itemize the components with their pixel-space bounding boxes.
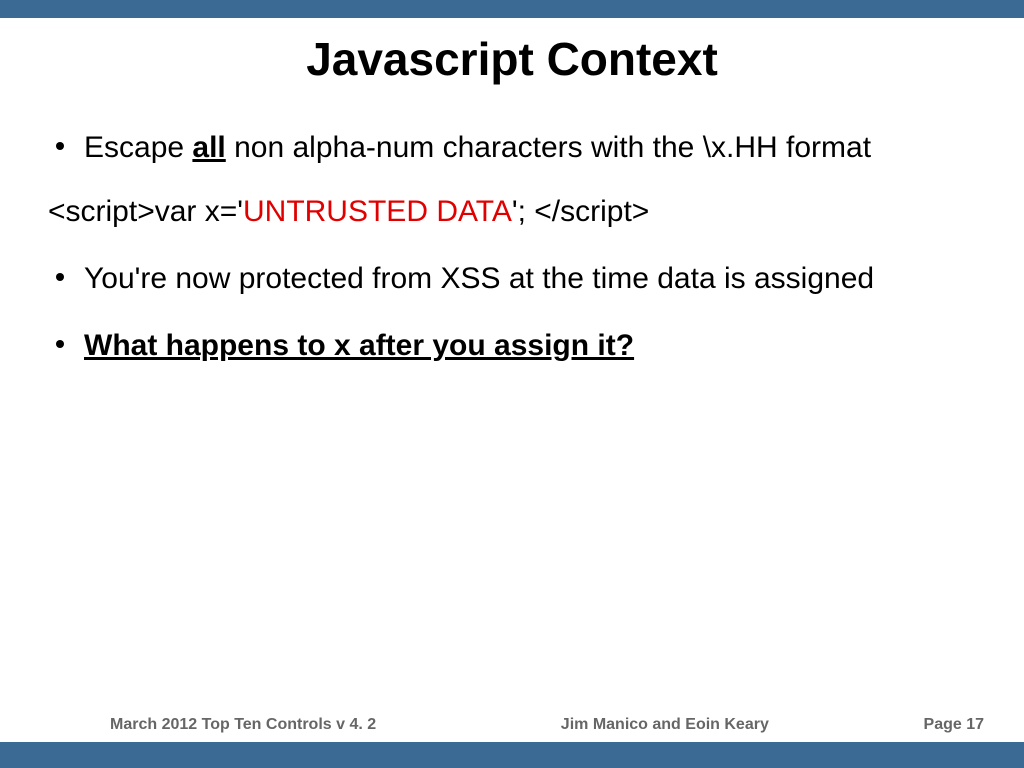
footer-date-version: March 2012 Top Ten Controls v 4. 2: [110, 716, 376, 734]
slide-content: Escape all non alpha-num characters with…: [0, 128, 1024, 365]
bullet-text-2: You're now protected from XSS at the tim…: [84, 259, 874, 298]
code-post: '; </script>: [512, 195, 649, 228]
code-example: <script>var x='UNTRUSTED DATA'; </script…: [48, 195, 976, 229]
bullet-text-1: Escape all non alpha-num characters with…: [84, 128, 871, 167]
bullet-item-2: You're now protected from XSS at the tim…: [48, 259, 976, 298]
code-untrusted: UNTRUSTED DATA: [243, 195, 512, 228]
top-accent-bar: [0, 0, 1024, 18]
slide-footer: March 2012 Top Ten Controls v 4. 2 Jim M…: [0, 716, 1024, 768]
footer-text-row: March 2012 Top Ten Controls v 4. 2 Jim M…: [0, 716, 1024, 742]
bullet-text-3: What happens to x after you assign it?: [84, 326, 634, 365]
footer-authors: Jim Manico and Eoin Keary: [561, 716, 769, 734]
bullet-1-post: non alpha-num characters with the \x.HH …: [226, 131, 871, 164]
bullet-1-all: all: [192, 131, 225, 164]
bullet-dot-icon: [56, 142, 64, 150]
bullet-1-pre: Escape: [84, 131, 192, 164]
bullet-dot-icon: [56, 273, 64, 281]
code-pre: <script>var x=': [48, 195, 243, 228]
footer-page-number: Page 17: [924, 716, 984, 734]
bottom-accent-bar: [0, 742, 1024, 768]
bullet-item-1: Escape all non alpha-num characters with…: [48, 128, 976, 167]
bullet-dot-icon: [56, 340, 64, 348]
bullet-item-3: What happens to x after you assign it?: [48, 326, 976, 365]
slide-title: Javascript Context: [0, 32, 1024, 86]
